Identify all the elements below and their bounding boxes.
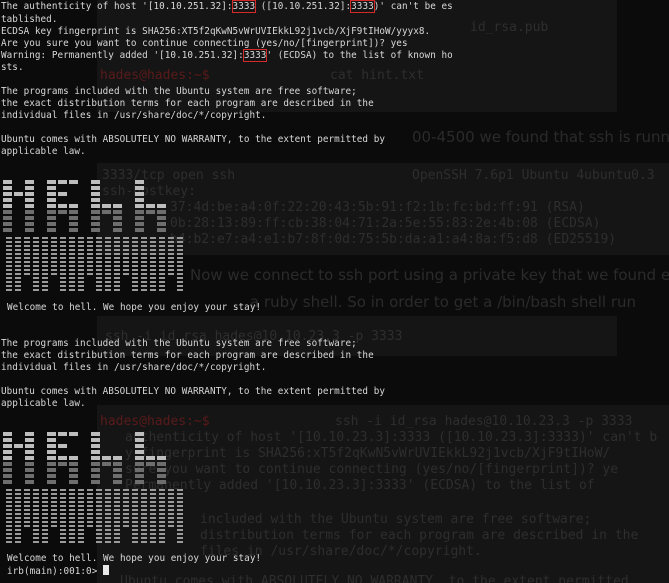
warning-line-wrap: sts. xyxy=(1,62,24,73)
motd-line-2: the exact distribution terms for each pr… xyxy=(1,98,374,109)
welcome-message: Welcome to hell. We hope you enjoy your … xyxy=(7,302,262,313)
warning-line: Warning: Permanently added '[10.10.251.3… xyxy=(1,49,453,62)
irb-prompt: irb(main):001:0> xyxy=(7,566,104,577)
hell-ascii-banner xyxy=(3,180,166,234)
host-auth-text-3: )' can't be es xyxy=(373,1,453,12)
confirm-line: Are you sure you want to continue connec… xyxy=(1,38,408,49)
motd-line-3: individual files in /usr/share/doc/*/cop… xyxy=(1,110,267,121)
motd-line-1: The programs included with the Ubuntu sy… xyxy=(1,86,357,97)
motd-line-5b: Ubuntu comes with ABSOLUTELY NO WARRANTY… xyxy=(1,386,386,397)
motd-line-5: Ubuntu comes with ABSOLUTELY NO WARRANTY… xyxy=(1,134,386,145)
fingerprint-line: ECDSA key fingerprint is SHA256:XT5f2qKw… xyxy=(1,26,431,37)
motd-line-3b: individual files in /usr/share/doc/*/cop… xyxy=(1,362,267,373)
motd-line-1b: The programs included with the Ubuntu sy… xyxy=(1,338,357,349)
motd-line-2b: the exact distribution terms for each pr… xyxy=(1,350,374,361)
motd-line-6b: applicable law. xyxy=(1,398,86,409)
port-highlight-1: 3333 xyxy=(231,0,257,13)
hell-ascii-banner-2 xyxy=(3,432,166,486)
port-highlight-3: 3333 xyxy=(242,49,268,62)
welcome-message-2: Welcome to hell. We hope you enjoy your … xyxy=(7,553,262,564)
host-auth-text-2: ([10.10.251.32]: xyxy=(255,1,352,12)
warning-text-2: ' (ECDSA) to the list of known ho xyxy=(266,50,453,61)
host-auth-line: The authenticity of host '[10.10.251.32]… xyxy=(1,0,453,13)
host-auth-line-wrap: tablished. xyxy=(1,14,58,25)
irb-prompt-line[interactable]: irb(main):001:0> xyxy=(7,565,110,577)
hell-ascii-banner-lower xyxy=(6,237,183,291)
text-cursor xyxy=(103,565,110,575)
terminal-output[interactable]: The authenticity of host '[10.10.251.32]… xyxy=(0,0,669,583)
motd-line-6: applicable law. xyxy=(1,146,86,157)
port-highlight-2: 3333 xyxy=(350,0,375,13)
hell-ascii-banner-2-lower xyxy=(6,489,183,543)
host-auth-text: The authenticity of host '[10.10.251.32]… xyxy=(1,1,233,12)
warning-text: Warning: Permanently added '[10.10.251.3… xyxy=(1,50,244,61)
